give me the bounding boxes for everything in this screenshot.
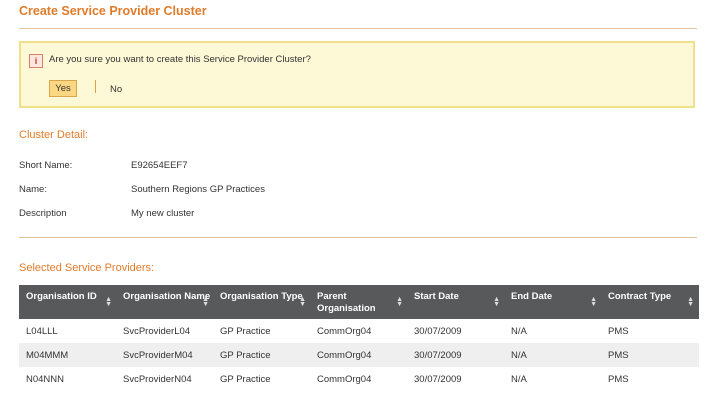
description-label: Description — [19, 208, 67, 219]
yes-button[interactable]: Yes — [49, 80, 77, 97]
column-header-label: End Date — [511, 291, 553, 302]
short-name-value: E92654EEF7 — [131, 160, 188, 171]
column-header-organisation-name[interactable]: Organisation Name ▲ ▼ — [116, 285, 213, 319]
sort-icon: ▲ ▼ — [687, 296, 694, 308]
cell-end-date: N/A — [511, 373, 527, 385]
cell-organisation-type: GP Practice — [220, 373, 271, 385]
cell-organisation-id: N04NNN — [26, 373, 65, 385]
cell-end-date: N/A — [511, 325, 527, 337]
column-header-organisation-id[interactable]: Organisation ID ▲ ▼ — [19, 285, 116, 319]
service-providers-table: Organisation ID ▲ ▼ Organisation Name ▲ ▼ Or… — [19, 285, 699, 391]
sort-icon: ▲ ▼ — [105, 296, 112, 308]
column-header-parent-organisation[interactable]: Parent Organisation ▲ ▼ — [310, 285, 407, 319]
cell-parent-organisation: CommOrg04 — [317, 325, 372, 337]
cell-start-date: 30/07/2009 — [414, 349, 462, 361]
cell-contract-type: PMS — [608, 349, 629, 361]
description-value: My new cluster — [131, 208, 195, 219]
short-name-label: Short Name: — [19, 160, 73, 171]
column-header-label: Organisation Name — [123, 291, 211, 302]
column-header-end-date[interactable]: End Date ▲ ▼ — [504, 285, 601, 319]
cell-organisation-name: SvcProviderM04 — [123, 349, 193, 361]
cell-organisation-id: L04LLL — [26, 325, 58, 337]
cell-start-date: 30/07/2009 — [414, 325, 462, 337]
button-separator — [95, 80, 96, 93]
confirmation-panel: i Are you sure you want to create this S… — [19, 41, 695, 108]
cell-organisation-name: SvcProviderN04 — [123, 373, 192, 385]
column-header-label: Contract Type — [608, 291, 672, 302]
page-title: Create Service Provider Cluster — [19, 4, 207, 18]
sort-icon: ▲ ▼ — [493, 296, 500, 308]
cell-organisation-type: GP Practice — [220, 325, 271, 337]
selected-providers-heading: Selected Service Providers: — [19, 262, 155, 274]
cluster-detail-heading: Cluster Detail: — [19, 129, 89, 141]
title-divider — [19, 28, 697, 29]
section-divider — [19, 237, 697, 238]
column-header-label: Organisation ID — [26, 291, 97, 302]
warning-icon: i — [29, 54, 43, 68]
column-header-start-date[interactable]: Start Date ▲ ▼ — [407, 285, 504, 319]
cell-contract-type: PMS — [608, 373, 629, 385]
table-row[interactable]: L04LLL SvcProviderL04 GP Practice CommOr… — [19, 319, 699, 343]
cell-end-date: N/A — [511, 349, 527, 361]
table-header: Organisation ID ▲ ▼ Organisation Name ▲ ▼ Or… — [19, 285, 699, 319]
cell-contract-type: PMS — [608, 325, 629, 337]
cell-organisation-type: GP Practice — [220, 349, 271, 361]
no-button[interactable]: No — [110, 84, 122, 95]
cell-start-date: 30/07/2009 — [414, 373, 462, 385]
column-header-label: Start Date — [414, 291, 459, 302]
column-header-organisation-type[interactable]: Organisation Type ▲ ▼ — [213, 285, 310, 319]
table-row[interactable]: M04MMM SvcProviderM04 GP Practice CommOr… — [19, 343, 699, 367]
sort-icon: ▲ ▼ — [202, 296, 209, 308]
name-label: Name: — [19, 184, 47, 195]
table-row[interactable]: N04NNN SvcProviderN04 GP Practice CommOr… — [19, 367, 699, 391]
sort-icon: ▲ ▼ — [299, 296, 306, 308]
column-header-label: Parent Organisation — [317, 291, 376, 314]
cell-parent-organisation: CommOrg04 — [317, 373, 372, 385]
column-header-label: Organisation Type — [220, 291, 303, 302]
confirmation-message: Are you sure you want to create this Ser… — [49, 54, 311, 65]
cell-parent-organisation: CommOrg04 — [317, 349, 372, 361]
cell-organisation-id: M04MMM — [26, 349, 69, 361]
cell-organisation-name: SvcProviderL04 — [123, 325, 191, 337]
sort-icon: ▲ ▼ — [590, 296, 597, 308]
column-header-contract-type[interactable]: Contract Type ▲ ▼ — [601, 285, 698, 319]
name-value: Southern Regions GP Practices — [131, 184, 265, 195]
sort-icon: ▲ ▼ — [396, 296, 403, 308]
